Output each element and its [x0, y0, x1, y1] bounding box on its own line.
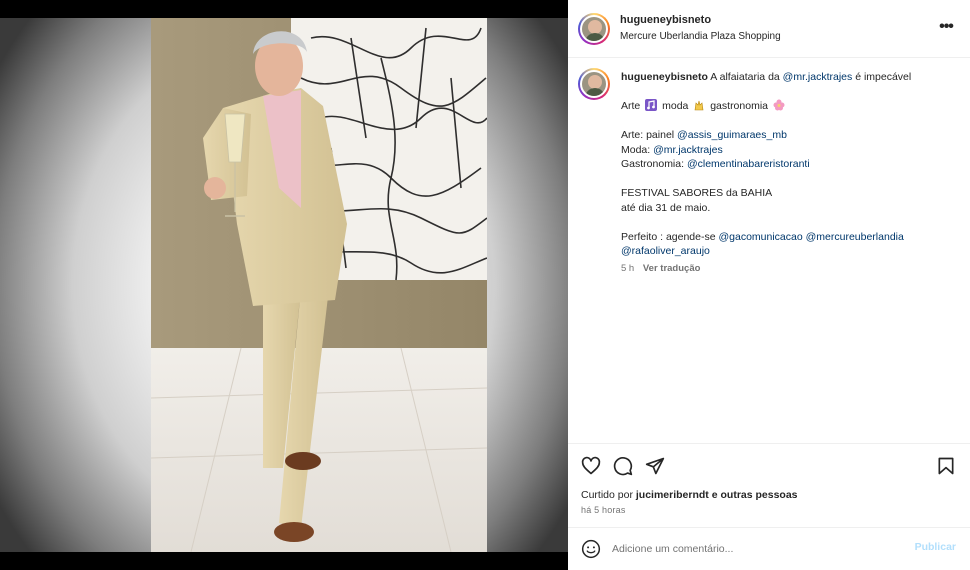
caption-username[interactable]: hugueneybisneto	[621, 71, 708, 83]
heart-icon[interactable]	[581, 456, 601, 476]
caption-moda-word: moda	[662, 100, 689, 112]
post-side-panel: hugueneybisneto Mercure Uberlandia Plaza…	[568, 0, 970, 570]
smiley-icon[interactable]	[581, 539, 601, 559]
post-header: hugueneybisneto Mercure Uberlandia Plaza…	[568, 0, 970, 58]
raised-hands-icon	[694, 100, 704, 111]
caption-text: hugueneybisneto A alfaiataria da @mr.jac…	[621, 70, 956, 259]
caption-date-line: até dia 31 de maio.	[621, 201, 711, 214]
likes-others-link[interactable]: e outras pessoas	[712, 489, 798, 501]
comment-bar: Publicar	[568, 527, 970, 570]
mention-mr-jacktrajes[interactable]: @mr.jacktrajes	[783, 71, 853, 83]
likes-user-link[interactable]: jucimeriberndt	[636, 489, 709, 501]
mention-gacomunicacao[interactable]: @gacomunicacao	[718, 231, 802, 243]
caption-gastronomia-label: Gastronomia:	[621, 158, 685, 170]
caption-moda-label: Moda:	[621, 143, 651, 156]
post-actions: Curtido por jucimeriberndt e outras pess…	[568, 443, 970, 527]
likes-summary: Curtido por jucimeriberndt e outras pess…	[581, 489, 798, 501]
caption-gastronomia-word: gastronomia	[710, 100, 768, 112]
caption-meta: 5 h Ver tradução	[621, 263, 706, 274]
flower-icon	[773, 99, 785, 111]
likes-prefix: Curtido por	[581, 489, 633, 501]
author-username[interactable]: hugueneybisneto	[620, 14, 711, 26]
see-translation-link[interactable]: Ver tradução	[643, 263, 701, 274]
author-avatar[interactable]	[578, 13, 610, 45]
caption-age[interactable]: 5 h	[621, 263, 634, 274]
more-options-icon[interactable]: •••	[936, 19, 956, 35]
post-photo[interactable]	[151, 18, 487, 552]
mention-mercureuberlandia[interactable]: @mercureuberlandia	[806, 231, 904, 243]
caption-arte-word: Arte	[621, 100, 641, 112]
caption-perfeito-label: Perfeito : agende-se	[621, 230, 716, 243]
mention-mr-jacktrajes-2[interactable]: @mr.jacktrajes	[653, 144, 723, 156]
caption-author-avatar[interactable]	[578, 68, 610, 100]
caption-arte-label: Arte: painel	[621, 129, 675, 141]
post-media-pane	[0, 18, 568, 552]
mention-clementinabareristoranti[interactable]: @clementinabareristoranti	[687, 158, 810, 170]
mention-rafaoliver-araujo[interactable]: @rafaoliver_araujo	[621, 245, 710, 257]
mention-assis-guimaraes[interactable]: @assis_guimaraes_mb	[677, 129, 787, 141]
caption-festival-line: FESTIVAL SABORES da BAHIA	[621, 187, 773, 199]
music-note-icon	[645, 99, 658, 111]
post-timestamp[interactable]: há 5 horas	[581, 505, 626, 515]
caption-intro-end: é impecável	[855, 71, 912, 83]
post-photo-illustration	[151, 18, 487, 552]
comment-bubble-icon[interactable]	[613, 456, 633, 476]
caption-area: hugueneybisneto A alfaiataria da @mr.jac…	[568, 58, 970, 443]
paper-plane-icon[interactable]	[645, 456, 665, 476]
comment-input[interactable]	[612, 540, 902, 558]
caption-intro-text: A alfaiataria da	[710, 71, 780, 83]
bookmark-icon[interactable]	[936, 456, 956, 476]
publish-button[interactable]: Publicar	[915, 541, 956, 553]
post-location[interactable]: Mercure Uberlandia Plaza Shopping	[620, 31, 781, 42]
